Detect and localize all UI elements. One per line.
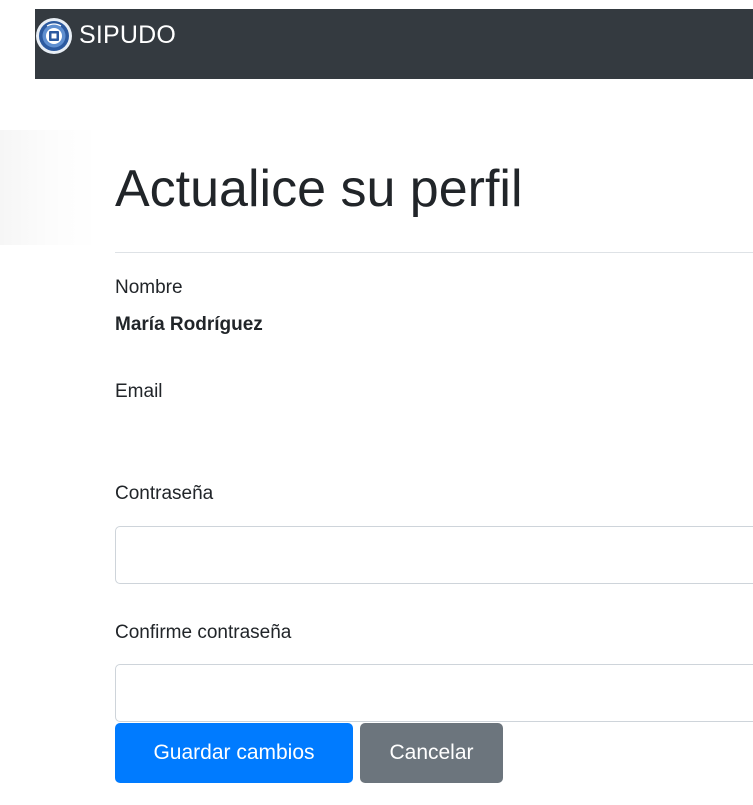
password-label: Contraseña (115, 483, 214, 504)
page: SIPUDO Actualice su perfil Nombre María … (0, 0, 753, 805)
title-divider (115, 252, 753, 253)
email-label: Email (115, 381, 163, 402)
university-seal-icon (35, 17, 73, 55)
confirm-password-label: Confirme contraseña (115, 622, 292, 643)
password-field[interactable] (115, 526, 753, 584)
save-changes-button[interactable]: Guardar cambios (115, 723, 353, 783)
name-value: María Rodríguez (115, 314, 263, 335)
cancel-button[interactable]: Cancelar (360, 723, 503, 783)
name-label: Nombre (115, 277, 183, 298)
confirm-password-field[interactable] (115, 664, 753, 722)
page-title: Actualice su perfil (115, 160, 523, 218)
profile-form: Actualice su perfil Nombre María Rodrígu… (115, 0, 753, 805)
decorative-shade (0, 130, 100, 245)
